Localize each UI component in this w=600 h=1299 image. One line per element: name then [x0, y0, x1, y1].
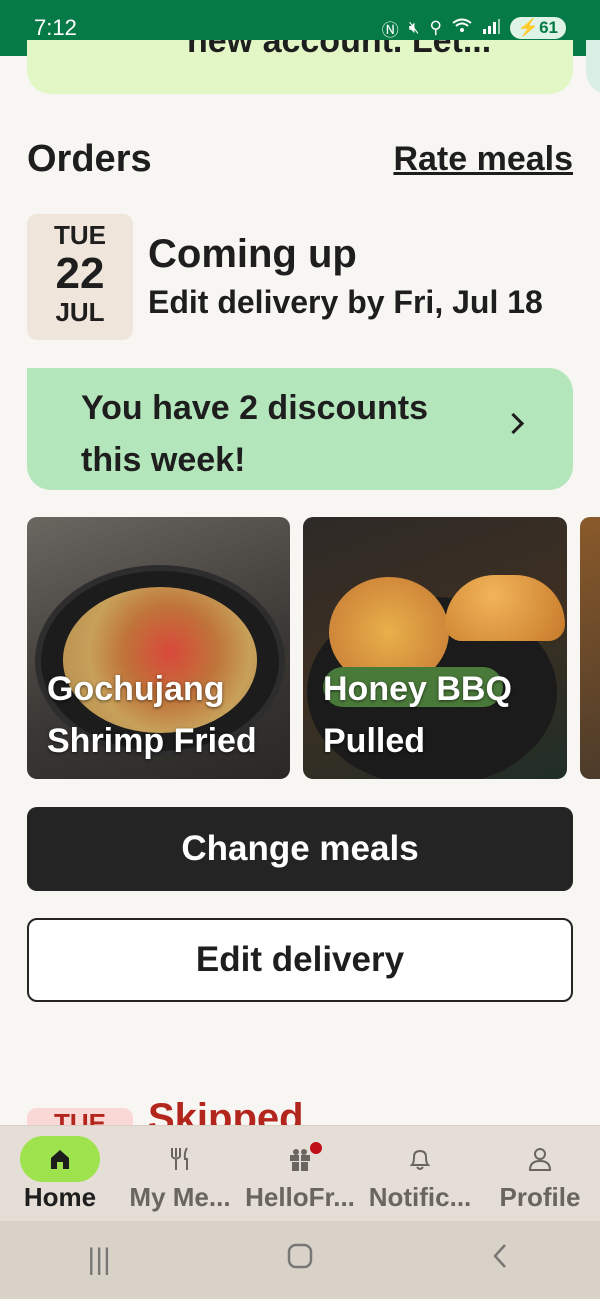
change-meals-button[interactable]: Change meals — [27, 807, 573, 891]
location-icon: ⚲ — [429, 18, 442, 37]
nav-label: Notific... — [368, 1182, 472, 1212]
meal-card-title: Gochujang Shrimp Fried — [47, 670, 257, 760]
promo-card[interactable]: new account. Let... — [27, 40, 573, 94]
meal-card[interactable]: Honey BBQ Pulled — [303, 517, 567, 779]
meal-card-title: Honey BBQ Pulled — [323, 670, 512, 760]
order-edit-deadline: Edit delivery by Fri, Jul 18 — [148, 284, 543, 320]
status-time: 7:12 — [34, 15, 77, 40]
nav-label: Home — [23, 1182, 97, 1212]
orders-header: Orders Rate meals — [27, 138, 573, 181]
home-button-icon[interactable] — [286, 1242, 314, 1278]
fork-knife-icon — [140, 1136, 220, 1182]
nav-home[interactable]: Home — [0, 1126, 120, 1213]
system-navigation-bar: ||| — [0, 1221, 600, 1299]
nav-hellofresh[interactable]: HelloFr... — [240, 1126, 360, 1213]
order-status-title: Coming up — [148, 232, 357, 276]
status-icons: Ⓝ 🔇︎ ⚲ ⚡61 — [382, 16, 566, 41]
person-icon — [500, 1136, 580, 1182]
signal-icon — [482, 18, 500, 39]
gift-icon — [260, 1136, 340, 1182]
date-month: JUL — [55, 297, 105, 327]
nav-label: My Me... — [129, 1182, 231, 1212]
discount-banner-text: You have 2 discounts this week! — [81, 389, 429, 479]
promo-card-text: new account. Let... — [187, 40, 492, 60]
discount-banner[interactable]: You have 2 discounts this week! — [27, 368, 573, 490]
orders-title: Orders — [27, 138, 152, 180]
nav-notifications[interactable]: Notific... — [360, 1126, 480, 1213]
edit-delivery-button[interactable]: Edit delivery — [27, 918, 573, 1002]
meal-card-partial[interactable] — [580, 517, 600, 779]
bell-icon — [380, 1136, 460, 1182]
nfc-icon: Ⓝ — [381, 20, 399, 40]
battery-indicator: ⚡61 — [509, 17, 566, 39]
promo-card-next[interactable] — [586, 40, 600, 94]
date-day-of-week: TUE — [54, 220, 106, 250]
notification-dot — [310, 1142, 322, 1154]
nav-profile[interactable]: Profile — [480, 1126, 600, 1213]
nav-label: Profile — [499, 1182, 581, 1212]
wifi-icon — [452, 18, 472, 39]
rate-meals-link[interactable]: Rate meals — [393, 140, 573, 179]
date-day: 22 — [55, 249, 105, 298]
back-icon[interactable] — [489, 1242, 513, 1278]
chevron-right-icon — [502, 412, 525, 435]
recent-apps-icon[interactable]: ||| — [87, 1243, 110, 1277]
bottom-navigation: Home My Me... HelloFr... Notific... Prof… — [0, 1125, 600, 1222]
delivery-date-badge: TUE 22 JUL — [27, 214, 133, 340]
nav-label: HelloFr... — [245, 1182, 355, 1212]
nav-my-menu[interactable]: My Me... — [120, 1126, 240, 1213]
mute-icon: 🔇︎ — [408, 18, 420, 37]
meal-image-bun — [445, 575, 565, 641]
home-icon — [20, 1136, 100, 1182]
meal-card[interactable]: Gochujang Shrimp Fried — [27, 517, 290, 779]
